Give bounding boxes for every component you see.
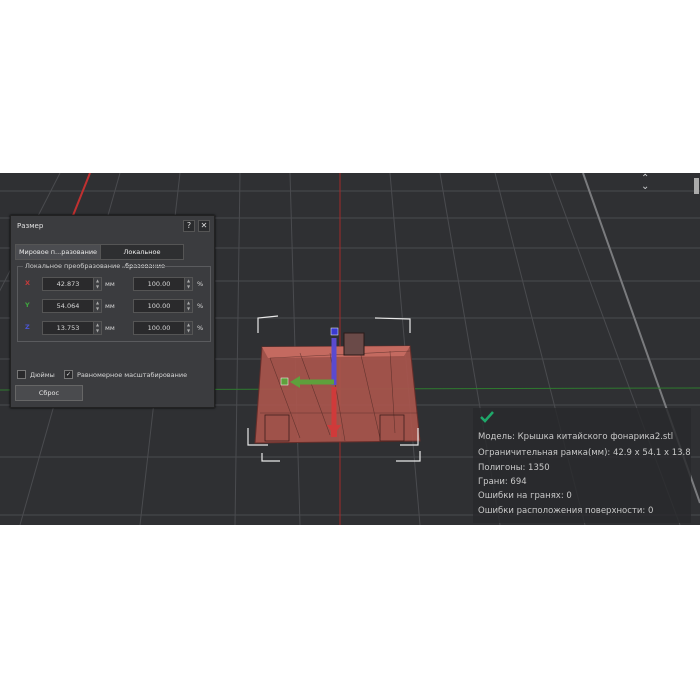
check-icon [480, 411, 494, 423]
info-model-name: Модель: Крышка китайского фонарика2.stl [478, 432, 674, 442]
group-label: Локальное преобразование [23, 262, 123, 270]
tab-local-transform[interactable]: Локальное ...бразование [100, 244, 184, 270]
axis-y-label: Y [25, 301, 30, 309]
axis-z-label: Z [25, 323, 30, 331]
local-transform-group: Локальное преобразование X 42.873 ▲ ▼ мм … [17, 262, 211, 342]
info-faces: Грани: 694 [478, 477, 527, 487]
size-z-input[interactable]: 13.753 [42, 321, 94, 335]
uniform-scaling-checkbox[interactable]: ✓ [64, 370, 73, 379]
reset-button[interactable]: Сброс [15, 385, 83, 401]
tab-world-transform[interactable]: Мировое п...разование [15, 244, 101, 260]
scale-y-unit: % [197, 302, 204, 310]
size-y-stepper[interactable]: ▲ ▼ [93, 299, 102, 313]
scale-x-unit: % [197, 280, 204, 288]
size-x-unit: мм [105, 280, 115, 288]
panel-title: Размер [17, 222, 44, 230]
size-y-input[interactable]: 54.064 [42, 299, 94, 313]
info-polygons: Полигоны: 1350 [478, 463, 550, 473]
size-z-unit: мм [105, 324, 115, 332]
scale-z-input[interactable]: 100.00 [133, 321, 185, 335]
scale-z-unit: % [197, 324, 204, 332]
size-z-stepper[interactable]: ▲ ▼ [93, 321, 102, 335]
scale-y-stepper[interactable]: ▲ ▼ [184, 299, 193, 313]
size-x-input[interactable]: 42.873 [42, 277, 94, 291]
size-panel: Размер ? ✕ Мировое п...разование Локальн… [10, 215, 215, 408]
axis-x-label: X [25, 279, 31, 287]
view-nav-chevrons[interactable]: ⌃ ⌄ [641, 174, 649, 192]
info-surface-errors: Ошибки расположения поверхности: 0 [478, 506, 654, 516]
info-face-errors: Ошибки на гранях: 0 [478, 491, 572, 501]
scrollbar[interactable] [694, 178, 699, 194]
help-button[interactable]: ? [183, 220, 195, 232]
scale-x-stepper[interactable]: ▲ ▼ [184, 277, 193, 291]
model-info-panel: Модель: Крышка китайского фонарика2.stl … [473, 408, 691, 523]
inches-checkbox[interactable] [17, 370, 26, 379]
scale-z-stepper[interactable]: ▲ ▼ [184, 321, 193, 335]
inches-option[interactable]: Дюймы [17, 370, 55, 379]
size-y-unit: мм [105, 302, 115, 310]
info-bounding-box: Ограничительная рамка(мм): 42.9 x 54.1 x… [478, 448, 691, 458]
scale-x-input[interactable]: 100.00 [133, 277, 185, 291]
size-x-stepper[interactable]: ▲ ▼ [93, 277, 102, 291]
scale-y-input[interactable]: 100.00 [133, 299, 185, 313]
uniform-scaling-option[interactable]: ✓ Равномерное масштабирование [64, 370, 187, 379]
uniform-scaling-label: Равномерное масштабирование [77, 370, 188, 379]
inches-label: Дюймы [30, 370, 55, 379]
close-button[interactable]: ✕ [198, 220, 210, 232]
